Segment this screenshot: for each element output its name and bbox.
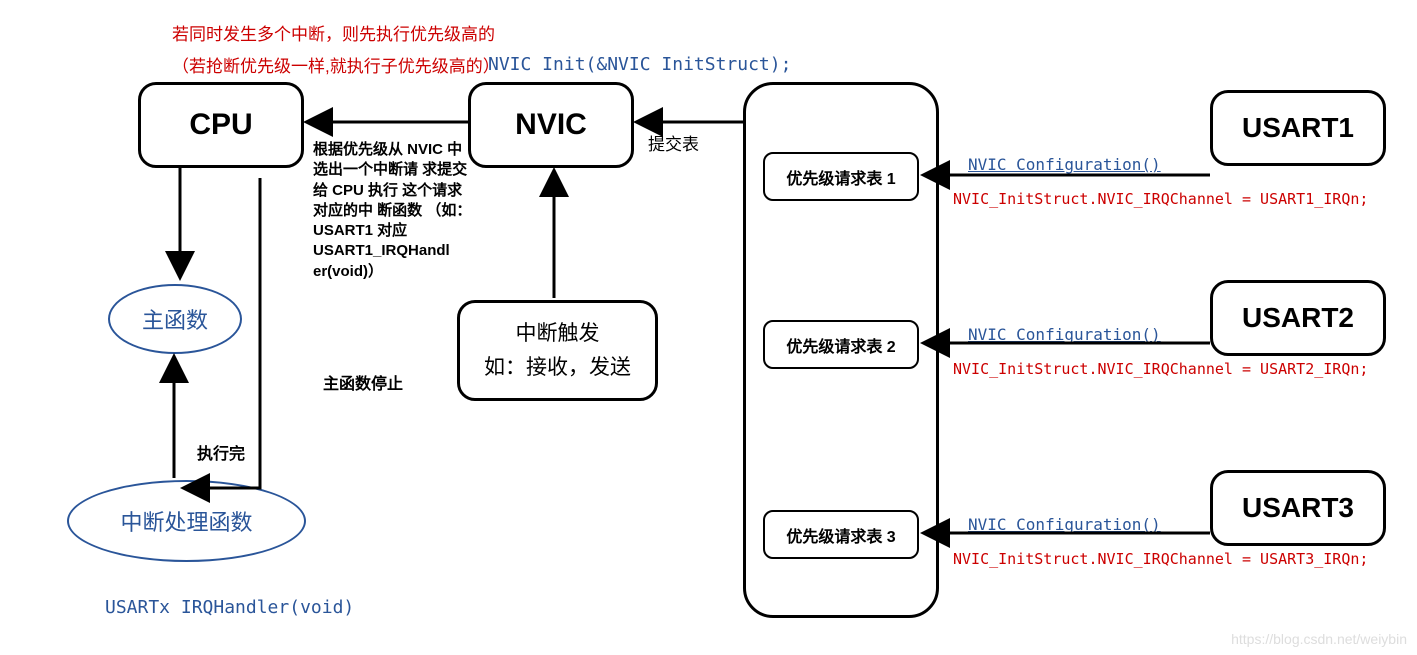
usart1-assign: NVIC_InitStruct.NVIC_IRQChannel = USART1… xyxy=(953,190,1368,208)
trigger-box: 中断触发 如：接收，发送 xyxy=(457,300,658,401)
nvic-box: NVIC xyxy=(468,82,634,168)
trigger-line2: 如：接收，发送 xyxy=(484,351,631,385)
irq-handler-label: USARTx IRQHandler(void) xyxy=(105,597,354,618)
main-ellipse: 主函数 xyxy=(108,284,242,354)
cpu-box: CPU xyxy=(138,82,304,168)
nvic-init-code: NVIC Init(&NVIC InitStruct); xyxy=(488,54,791,75)
note-top2: （若抢断优先级一样,就执行子优先级高的） xyxy=(172,52,500,77)
nvic-desc: 根据优先级从 NVIC 中选出一个中断请 求提交给 CPU 执行 这个请求对应的… xyxy=(313,140,473,282)
trigger-line1: 中断触发 xyxy=(516,317,600,351)
handler-ellipse: 中断处理函数 xyxy=(67,480,306,562)
usart1-box: USART1 xyxy=(1210,90,1386,166)
note-top1: 若同时发生多个中断，则先执行优先级高的 xyxy=(172,20,495,45)
watermark: https://blog.csdn.net/weiybin xyxy=(1231,631,1407,647)
submit-label: 提交表 xyxy=(648,130,699,155)
main-stop-label: 主函数停止 xyxy=(323,370,403,394)
req-table-1: 优先级请求表 1 xyxy=(763,152,919,201)
req-table-2: 优先级请求表 2 xyxy=(763,320,919,369)
usart1-conf: NVIC Configuration() xyxy=(968,155,1161,174)
usart3-assign: NVIC_InitStruct.NVIC_IRQChannel = USART3… xyxy=(953,550,1368,568)
usart3-conf: NVIC Configuration() xyxy=(968,515,1161,534)
usart3-box: USART3 xyxy=(1210,470,1386,546)
usart2-assign: NVIC_InitStruct.NVIC_IRQChannel = USART2… xyxy=(953,360,1368,378)
usart2-conf: NVIC Configuration() xyxy=(968,325,1161,344)
exec-done-label: 执行完 xyxy=(197,440,245,464)
usart2-box: USART2 xyxy=(1210,280,1386,356)
req-table-3: 优先级请求表 3 xyxy=(763,510,919,559)
